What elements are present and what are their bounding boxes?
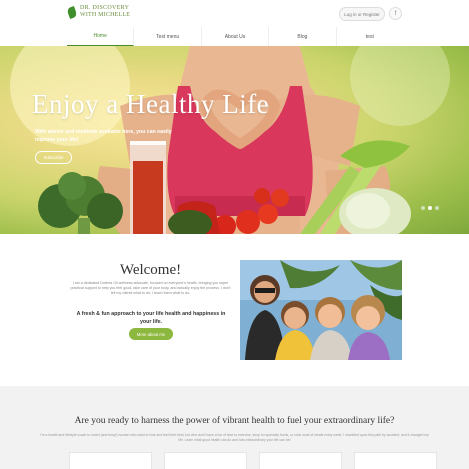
logo-line1: DR. DISCOVERY	[80, 5, 130, 11]
welcome-tagline: A fresh & fun approach to your life heal…	[76, 311, 226, 325]
page: DR. DISCOVERY WITH MICHELLE Log in or Re…	[0, 0, 469, 469]
feature-cards	[69, 452, 437, 469]
facebook-icon[interactable]: f	[389, 7, 402, 20]
hero-title: Enjoy a Healthy Life	[32, 89, 270, 119]
slider-dot-active[interactable]	[428, 206, 432, 210]
nav-item-home[interactable]: Home	[67, 27, 135, 46]
leaf-icon	[66, 5, 78, 19]
nav-item-blog[interactable]: Blog	[269, 27, 337, 46]
slider-dot[interactable]	[435, 206, 439, 210]
site-logo[interactable]: DR. DISCOVERY WITH MICHELLE	[66, 5, 131, 19]
site-header: DR. DISCOVERY WITH MICHELLE Log in or Re…	[0, 0, 469, 27]
main-nav: Home Test menu About Us Blog test	[0, 27, 469, 47]
welcome-text: I am a dedicated Doterra Oil wellness ad…	[70, 281, 231, 296]
nav-item-test[interactable]: test	[337, 27, 403, 46]
slider-pagination	[421, 206, 439, 210]
welcome-title: Welcome!	[119, 262, 182, 278]
feature-card[interactable]	[164, 452, 247, 469]
logo-line2: WITH MICHELLE	[80, 12, 131, 18]
hero-banner: Enjoy a Healthy Life With advice and met…	[0, 46, 469, 234]
feature-card[interactable]	[354, 452, 437, 469]
intro-text: I'm a health and lifestyle coach to smar…	[40, 433, 429, 442]
feature-card[interactable]	[259, 452, 342, 469]
nav-item-about-us[interactable]: About Us	[202, 27, 270, 46]
family-photo	[240, 260, 402, 360]
slider-dot[interactable]	[421, 206, 425, 210]
feature-card[interactable]	[69, 452, 152, 469]
login-register-button[interactable]: Log in or Register	[339, 7, 385, 21]
subscribe-button[interactable]: Subscribe	[35, 151, 72, 164]
intro-title: Are you ready to harness the power of vi…	[74, 416, 395, 426]
welcome-section: Welcome! I am a dedicated Doterra Oil we…	[0, 234, 469, 386]
intro-section: Are you ready to harness the power of vi…	[0, 386, 469, 469]
nav-item-test-menu[interactable]: Test menu	[134, 27, 202, 46]
more-about-me-button[interactable]: More about me	[129, 328, 173, 340]
hero-subtitle: With advice and methods available here, …	[35, 129, 172, 143]
